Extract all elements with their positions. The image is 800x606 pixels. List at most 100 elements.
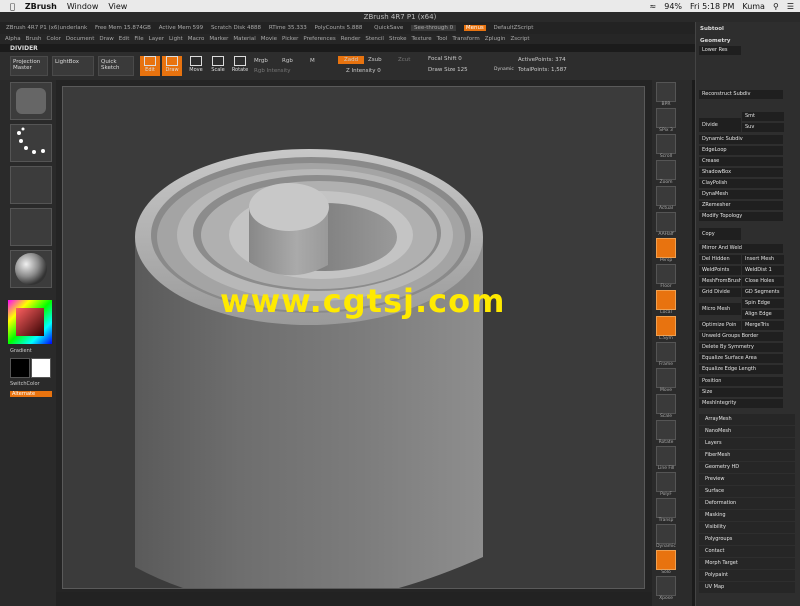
weldpoints-button[interactable]: WeldPoints (699, 266, 741, 275)
stroke-thumbnail[interactable] (10, 124, 52, 162)
shelf-line-fill-button[interactable] (656, 446, 676, 466)
smt-toggle[interactable]: Smt (742, 112, 784, 121)
default-zscript-button[interactable]: DefaultZScript (494, 25, 534, 31)
palette-section-polypaint[interactable]: Polypaint (699, 570, 795, 581)
menu-stroke[interactable]: Stroke (389, 36, 407, 42)
meshfrombrush-button[interactable]: MeshFromBrush (699, 277, 741, 286)
palette-section-uv-map[interactable]: UV Map (699, 582, 795, 593)
material-thumbnail[interactable] (10, 250, 52, 288)
mrgb-button[interactable]: Mrgb (254, 58, 268, 64)
user-name[interactable]: Kuma (742, 2, 765, 11)
size-subpalette[interactable]: Size (699, 388, 783, 397)
menu-layer[interactable]: Layer (149, 36, 164, 42)
palette-section-nanomesh[interactable]: NanoMesh (699, 426, 795, 437)
menu-stencil[interactable]: Stencil (365, 36, 384, 42)
shelf-solo-button[interactable] (656, 550, 676, 570)
menu-material[interactable]: Material (233, 36, 255, 42)
menu-draw[interactable]: Draw (99, 36, 113, 42)
insert-mesh-button[interactable]: Insert Mesh (742, 255, 784, 264)
mirror-and-weld-button[interactable]: Mirror And Weld (699, 244, 783, 253)
draw-button[interactable]: Draw (162, 56, 182, 76)
shelf-scroll-button[interactable] (656, 134, 676, 154)
palette-section-masking[interactable]: Masking (699, 510, 795, 521)
z-intensity-slider[interactable]: Z Intensity 0 (346, 68, 381, 74)
position-subpalette[interactable]: Position (699, 377, 783, 386)
shelf-local-button[interactable] (656, 290, 676, 310)
geometry-header[interactable]: Geometry (700, 38, 730, 44)
rgb-button[interactable]: Rgb (282, 58, 293, 64)
view-menu[interactable]: View (108, 2, 127, 11)
app-menu[interactable]: ZBrush (25, 2, 57, 11)
equalize-edge-length-button[interactable]: Equalize Edge Length (699, 365, 783, 374)
equalize-surface-area-button[interactable]: Equalize Surface Area (699, 354, 783, 363)
welddist-slider[interactable]: WeldDist 1 (742, 266, 784, 275)
document-canvas[interactable] (62, 86, 645, 589)
palette-section-arraymesh[interactable]: ArrayMesh (699, 414, 795, 425)
crease-button[interactable]: Crease (699, 157, 783, 166)
micro-mesh-button[interactable]: Micro Mesh (699, 303, 741, 315)
shelf-xpose-button[interactable] (656, 576, 676, 596)
shelf-polyf-button[interactable] (656, 472, 676, 492)
clock[interactable]: Fri 5:18 PM (690, 2, 734, 11)
shelf-l-sym-button[interactable] (656, 316, 676, 336)
focal-shift-slider[interactable]: Focal Shift 0 (428, 56, 462, 62)
menu-document[interactable]: Document (66, 36, 95, 42)
scale-button[interactable]: Scale (208, 56, 228, 76)
menu-render[interactable]: Render (341, 36, 361, 42)
battery-percent[interactable]: 94% (664, 2, 682, 11)
shelf-transp-button[interactable] (656, 498, 676, 518)
quicksave-button[interactable]: QuickSave (374, 25, 403, 31)
palette-section-visibility[interactable]: Visibility (699, 522, 795, 533)
palette-section-preview[interactable]: Preview (699, 474, 795, 485)
shelf-actual-button[interactable] (656, 186, 676, 206)
copy-button[interactable]: Copy (699, 228, 741, 240)
search-icon[interactable]: ⚲ (773, 2, 779, 11)
grid-divide-button[interactable]: Grid Divide (699, 288, 741, 297)
dynamic-toggle[interactable]: Dynamic (494, 67, 514, 72)
rgb-intensity-slider[interactable]: Rgb Intensity (254, 68, 291, 74)
quick-sketch-button[interactable]: Quick Sketch (98, 56, 134, 76)
list-icon[interactable]: ☰ (787, 2, 794, 11)
shelf-scale-button[interactable] (656, 394, 676, 414)
spin-edge-button[interactable]: Spin Edge (742, 299, 784, 308)
menu-macro[interactable]: Macro (188, 36, 205, 42)
subtool-header[interactable]: Subtool (700, 26, 724, 32)
unweld-groups-border-button[interactable]: Unweld Groups Border (699, 332, 783, 341)
rotate-button[interactable]: Rotate (230, 56, 250, 76)
claypolish-button[interactable]: ClayPolish (699, 179, 783, 188)
gd-segments-slider[interactable]: GD Segments (742, 288, 784, 297)
switch-color-button[interactable]: SwitchColor (10, 381, 40, 387)
menu-color[interactable]: Color (47, 36, 61, 42)
primary-color-swatch[interactable] (31, 358, 51, 378)
suv-toggle[interactable]: Suv (742, 123, 784, 132)
palette-section-deformation[interactable]: Deformation (699, 498, 795, 509)
menu-transform[interactable]: Transform (452, 36, 479, 42)
meshintegrity-subpalette[interactable]: MeshIntegrity (699, 399, 783, 408)
gradient-label[interactable]: Gradient (10, 348, 32, 354)
shelf-floor-button[interactable] (656, 264, 676, 284)
cylinder-model[interactable] (63, 87, 645, 589)
dynamesh-button[interactable]: DynaMesh (699, 190, 783, 199)
menu-brush[interactable]: Brush (26, 36, 42, 42)
edgeloop-button[interactable]: EdgeLoop (699, 146, 783, 155)
optimize-points-button[interactable]: Optimize Poin (699, 321, 741, 330)
window-menu[interactable]: Window (67, 2, 99, 11)
shelf-rotate-button[interactable] (656, 420, 676, 440)
move-button[interactable]: Move (186, 56, 206, 76)
apple-icon[interactable]:  (10, 2, 15, 11)
shelf-spix-3-button[interactable] (656, 108, 676, 128)
alternate-button[interactable]: Alternate (10, 391, 52, 397)
menu-alpha[interactable]: Alpha (5, 36, 21, 42)
see-through-slider[interactable]: See-through 0 (410, 25, 457, 31)
align-edge-button[interactable]: Align Edge (742, 310, 784, 319)
alpha-thumbnail[interactable] (10, 166, 52, 204)
reconstruct-subdiv-button[interactable]: Reconstruct Subdiv (699, 90, 783, 99)
divide-button[interactable]: Divide (699, 118, 741, 132)
shelf-dynamic-button[interactable] (656, 524, 676, 544)
palette-section-contact[interactable]: Contact (699, 546, 795, 557)
secondary-color-swatch[interactable] (10, 358, 30, 378)
wifi-icon[interactable]: ≈ (650, 2, 657, 11)
dynamic-subdiv-button[interactable]: Dynamic Subdiv (699, 135, 783, 144)
shelf-bpr-button[interactable] (656, 82, 676, 102)
shadowbox-button[interactable]: ShadowBox (699, 168, 783, 177)
